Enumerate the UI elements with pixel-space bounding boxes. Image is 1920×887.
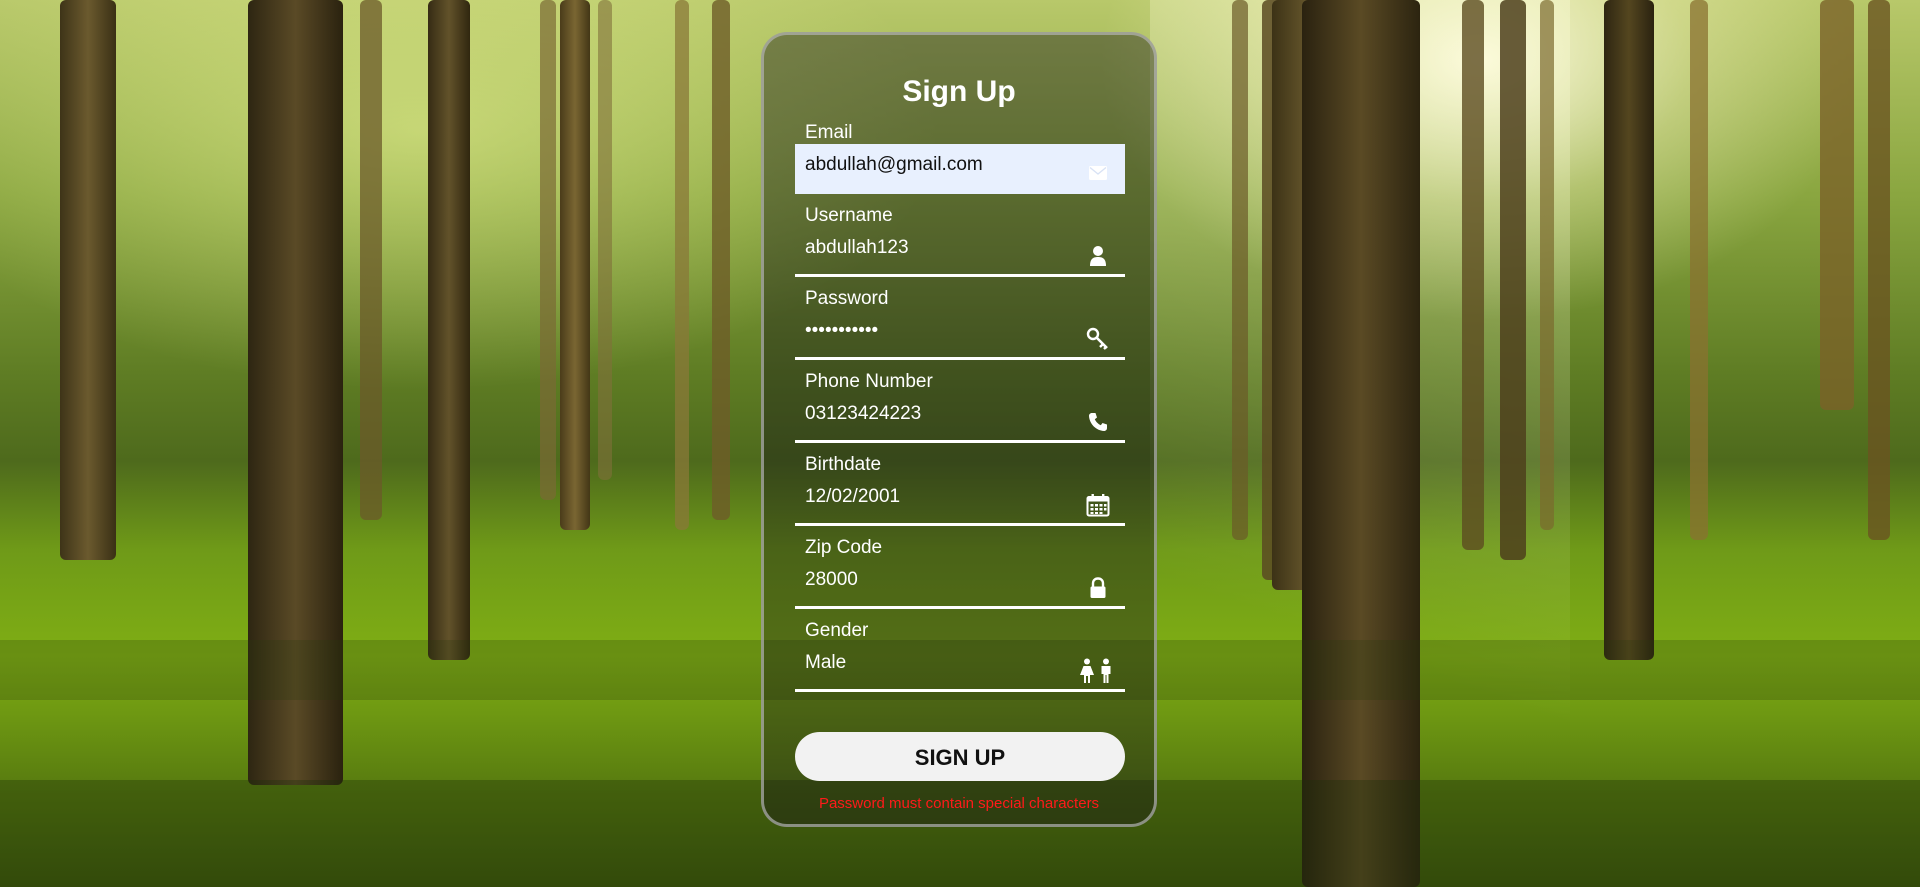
phone-field-group: Phone Number 03123424223 xyxy=(795,371,1125,454)
birthdate-field[interactable]: 12/02/2001 xyxy=(795,476,1125,526)
signup-button[interactable]: SIGN UP xyxy=(795,732,1125,781)
gender-icon xyxy=(1077,658,1117,684)
envelope-icon xyxy=(1085,160,1111,186)
tree-trunk xyxy=(560,0,590,530)
tree-trunk xyxy=(1690,0,1708,540)
tree-trunk xyxy=(1868,0,1890,540)
username-label: Username xyxy=(805,205,893,226)
phone-field[interactable]: 03123424223 xyxy=(795,393,1125,443)
email-field-group: Email abdullah@gmail.com xyxy=(795,122,1125,205)
error-message: Password must contain special characters xyxy=(818,795,1100,812)
birthdate-label: Birthdate xyxy=(805,454,882,475)
tree-trunk xyxy=(360,0,382,520)
tree-trunk xyxy=(598,0,612,480)
password-label: Password xyxy=(805,288,889,309)
tree-trunk xyxy=(428,0,470,660)
tree-trunk xyxy=(1820,0,1854,410)
email-field[interactable]: abdullah@gmail.com xyxy=(795,144,1125,194)
email-label: Email xyxy=(805,122,853,143)
password-field-group: Password ••••••••••• xyxy=(795,288,1125,371)
calendar-icon xyxy=(1085,492,1111,518)
tree-trunk xyxy=(1302,0,1420,887)
tree-trunk xyxy=(1604,0,1654,660)
phone-icon xyxy=(1085,409,1111,435)
user-icon xyxy=(1085,243,1111,269)
tree-trunk xyxy=(1540,0,1554,530)
username-field-group: Username abdullah123 xyxy=(795,205,1125,288)
tree-trunk xyxy=(675,0,689,530)
lock-icon xyxy=(1085,575,1111,601)
phone-label: Phone Number xyxy=(805,371,933,392)
tree-trunk xyxy=(1462,0,1484,550)
gender-label: Gender xyxy=(805,620,869,641)
username-field[interactable]: abdullah123 xyxy=(795,227,1125,277)
tree-trunk xyxy=(712,0,730,520)
signup-card: Sign Up Email abdullah@gmail.com Usernam… xyxy=(761,32,1157,827)
gender-field-group: Gender Male xyxy=(795,620,1125,703)
gender-field[interactable]: Male xyxy=(795,642,1125,692)
zipcode-field-group: Zip Code 28000 xyxy=(795,537,1125,620)
tree-trunk xyxy=(60,0,116,560)
password-field[interactable]: ••••••••••• xyxy=(795,310,1125,360)
tree-trunk xyxy=(1500,0,1526,560)
tree-trunk xyxy=(540,0,556,500)
key-icon xyxy=(1085,326,1111,352)
tree-trunk xyxy=(1232,0,1248,540)
birthdate-field-group: Birthdate 12/02/2001 xyxy=(795,454,1125,537)
page-title: Sign Up xyxy=(902,75,1016,108)
zipcode-label: Zip Code xyxy=(805,537,883,558)
zipcode-field[interactable]: 28000 xyxy=(795,559,1125,609)
